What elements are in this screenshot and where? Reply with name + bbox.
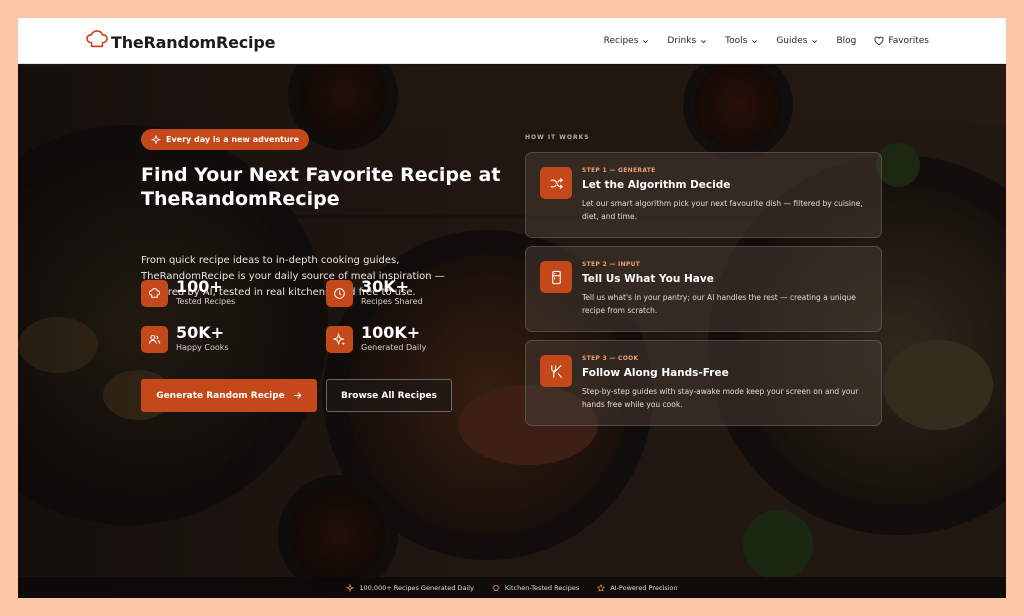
hero-badge-label: Every day is a new adventure [166,135,300,144]
site-logo-text: TheRandomRecipe [111,32,276,52]
stat-label: Tested Recipes [176,297,236,306]
stat-label: Generated Daily [361,343,427,352]
trust-strip: 100,000+ Recipes Generated Daily Kitchen… [18,577,1006,598]
step-title: Let the Algorithm Decide [582,179,731,191]
nav-item-tools[interactable]: Tools [716,36,767,46]
browse-all-recipes-button[interactable]: Browse All Recipes [326,379,452,412]
nav-item-recipes[interactable]: Recipes [595,36,659,46]
trust-item: 100,000+ Recipes Generated Daily [346,583,474,592]
chevron-down-icon [812,39,818,43]
step-kicker: STEP 3 — COOK [582,355,639,362]
nav-item-guides[interactable]: Guides [767,36,827,46]
hero-title: Find Your Next Favorite Recipe at TheRan… [141,164,501,210]
chef-hat-icon [86,30,108,54]
stat-value: 100+ [176,277,223,296]
nav-item-label: Drinks [667,36,697,46]
users-icon [141,326,168,353]
stat-value: 100K+ [361,323,421,342]
clock-icon [326,280,353,307]
nav-item-label: Tools [725,36,748,46]
trust-item: AI-Powered Precision [597,583,678,592]
star-icon [597,583,606,592]
sparkles-icon [151,134,161,145]
step-title: Follow Along Hands-Free [582,367,729,379]
step-card-cook: STEP 3 — COOK Follow Along Hands-Free St… [525,340,882,426]
main-nav: Recipes Drinks Tools Guides Blog Favorit… [595,18,938,64]
site-logo[interactable]: TheRandomRecipe [86,30,275,54]
hero-badge: Every day is a new adventure [141,129,310,150]
chevron-down-icon [701,39,707,43]
nav-item-label: Recipes [603,36,639,46]
sparkles-icon [326,326,353,353]
step-description: Step-by-step guides with stay-awake mode… [582,387,859,409]
site-header: TheRandomRecipe Recipes Drinks Tools Gui… [18,18,1006,64]
button-label: Generate Random Recipe [156,390,285,401]
sparkles-icon [346,583,355,592]
chevron-down-icon [752,39,758,43]
nav-item-drinks[interactable]: Drinks [658,36,716,46]
stat-happy-cooks: 50K+ Happy Cooks [141,323,229,353]
heart-icon [874,36,884,46]
nav-item-label: Guides [776,36,808,46]
trust-item: Kitchen-Tested Recipes [492,584,579,592]
nav-item-favorites[interactable]: Favorites [865,36,938,46]
step-description: Tell us what's in your pantry; our AI ha… [582,293,856,315]
step-kicker: STEP 2 — INPUT [582,261,641,268]
stat-tested-recipes: 100+ Tested Recipes [141,277,235,307]
nav-item-label: Favorites [888,36,929,46]
fridge-icon [540,261,572,293]
chef-hat-icon [141,280,168,307]
trust-item-label: AI-Powered Precision [610,583,678,592]
stat-label: Recipes Shared [361,297,423,306]
step-card-generate: STEP 1 — GENERATE Let the Algorithm Deci… [525,152,882,238]
stat-generated-daily: 100K+ Generated Daily [326,323,426,353]
generate-random-recipe-button[interactable]: Generate Random Recipe [141,379,317,412]
stat-recipes-shared: 30K+ Recipes Shared [326,277,423,307]
step-card-input: STEP 2 — INPUT Tell Us What You Have Tel… [525,246,882,332]
browser-viewport: TheRandomRecipe Recipes Drinks Tools Gui… [18,18,1006,598]
stat-value: 50K+ [176,323,225,342]
nav-item-label: Blog [836,36,857,46]
trust-item-label: 100,000+ Recipes Generated Daily [359,583,474,592]
step-kicker: STEP 1 — GENERATE [582,167,656,174]
stat-value: 30K+ [361,277,410,296]
utensils-icon [540,355,572,387]
arrow-right-icon [294,392,302,399]
how-it-works-heading: HOW IT WORKS [525,134,590,141]
chevron-down-icon [643,39,649,43]
shuffle-icon [540,167,572,199]
stat-label: Happy Cooks [176,343,229,352]
nav-item-blog[interactable]: Blog [827,36,865,46]
hero-section: Every day is a new adventure Find Your N… [18,65,1006,598]
step-description: Let our smart algorithm pick your next f… [582,199,863,221]
chef-hat-icon [492,584,500,591]
button-label: Browse All Recipes [340,390,438,401]
step-title: Tell Us What You Have [582,273,714,285]
trust-item-label: Kitchen-Tested Recipes [504,583,580,592]
